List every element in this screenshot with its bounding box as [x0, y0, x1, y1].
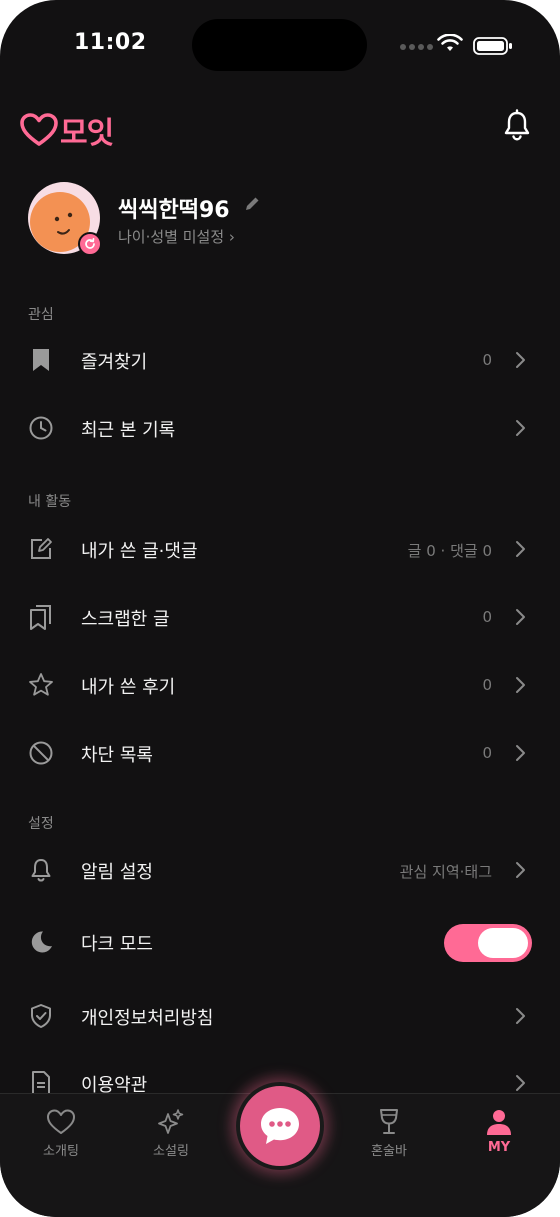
section-title-interest: 관심: [28, 307, 54, 323]
chevron-right-icon: [516, 862, 525, 878]
menu-item-bookmarks[interactable]: 즐겨찾기 0: [0, 330, 560, 390]
logo-text: 모잇: [60, 116, 114, 151]
phone-screen: 11:02 모잇 씩씩한떡96 나이·성별 미설정 › 관심 즐겨찾기 0 최근…: [0, 0, 560, 1217]
avatar-refresh-button[interactable]: [78, 232, 102, 256]
menu-item-dark-mode: 다크 모드: [0, 912, 560, 972]
profile-section[interactable]: 씩씩한떡96 나이·성별 미설정 ›: [0, 180, 560, 260]
toggle-knob: [478, 928, 528, 958]
edit-icon: [31, 538, 52, 559]
pencil-icon[interactable]: [243, 195, 261, 213]
star-icon: [29, 673, 53, 696]
status-time: 11:02: [74, 30, 147, 55]
dark-mode-toggle[interactable]: [444, 924, 532, 962]
person-icon: [487, 1110, 511, 1135]
chevron-right-icon: [516, 609, 525, 625]
menu-item-scraps[interactable]: 스크랩한 글 0: [0, 587, 560, 647]
heart-logo-icon: [20, 113, 58, 146]
sparkle-icon: [158, 1109, 184, 1134]
tab-label: 소설링: [153, 1144, 189, 1159]
status-bar: 11:02: [0, 0, 560, 90]
menu-item-count: 0: [482, 608, 492, 626]
chevron-right-icon: [516, 1075, 525, 1091]
menu-item-count: 글 0 · 댓글 0: [407, 542, 492, 560]
bookmark-icon: [33, 349, 49, 371]
refresh-icon: [85, 237, 95, 249]
chevron-right-icon: [516, 677, 525, 693]
tab-soseolling[interactable]: 소설링: [131, 1108, 211, 1168]
tab-sogaeting[interactable]: 소개팅: [21, 1108, 101, 1168]
tab-honsulbar[interactable]: 혼술바: [349, 1108, 429, 1168]
chat-fab-button[interactable]: [236, 1082, 324, 1170]
shield-icon: [31, 1004, 51, 1028]
glass-icon: [380, 1109, 398, 1134]
notification-button[interactable]: [500, 108, 534, 142]
menu-item-label: 다크 모드: [81, 934, 153, 955]
menu-item-label: 내가 쓴 글·댓글: [81, 541, 198, 562]
dynamic-island: [192, 19, 367, 71]
chevron-right-icon: [516, 541, 525, 557]
menu-item-label: 즐겨찾기: [81, 352, 148, 373]
menu-item-label: 최근 본 기록: [81, 420, 176, 441]
block-icon: [29, 741, 53, 765]
menu-item-count: 0: [482, 351, 492, 369]
menu-item-count: 0: [482, 744, 492, 762]
chevron-right-icon: [516, 352, 525, 368]
app-logo: 모잇: [20, 108, 114, 152]
cellular-signal-icon: [400, 44, 433, 50]
heart-icon: [47, 1109, 75, 1134]
bell-icon: [504, 109, 530, 141]
chevron-right-icon: [516, 745, 525, 761]
section-title-activity: 내 활동: [28, 494, 72, 510]
battery-icon: [473, 37, 512, 55]
tab-label: 혼술바: [371, 1144, 407, 1159]
section-title-settings: 설정: [28, 816, 54, 832]
tab-label: 소개팅: [43, 1144, 79, 1159]
menu-item-privacy-policy[interactable]: 개인정보처리방침: [0, 986, 560, 1046]
menu-item-my-reviews[interactable]: 내가 쓴 후기 0: [0, 655, 560, 715]
menu-item-value: 관심 지역·태그: [399, 863, 492, 881]
menu-item-label: 차단 목록: [81, 745, 153, 766]
menu-item-block-list[interactable]: 차단 목록 0: [0, 723, 560, 783]
menu-item-label: 알림 설정: [81, 862, 153, 883]
bell-icon: [31, 859, 51, 882]
menu-item-label: 스크랩한 글: [81, 609, 170, 630]
app-header: 모잇: [0, 100, 560, 152]
chevron-right-icon: [516, 1008, 525, 1024]
menu-item-my-posts[interactable]: 내가 쓴 글·댓글 글 0 · 댓글 0: [0, 519, 560, 579]
chevron-right-icon: [516, 420, 525, 436]
menu-item-count: 0: [482, 676, 492, 694]
profile-nickname: 씩씩한떡96: [118, 198, 230, 223]
chat-icon: [261, 1108, 299, 1144]
scrap-icon: [30, 605, 51, 630]
wifi-icon: [437, 34, 463, 51]
menu-item-recent-history[interactable]: 최근 본 기록: [0, 398, 560, 458]
moon-icon: [31, 931, 52, 953]
menu-item-label: 내가 쓴 후기: [81, 677, 176, 698]
profile-subinfo-link[interactable]: 나이·성별 미설정 ›: [118, 226, 235, 247]
tab-my[interactable]: MY: [459, 1108, 539, 1168]
tab-label: MY: [487, 1140, 511, 1155]
clock-icon: [29, 416, 53, 440]
menu-item-label: 개인정보처리방침: [81, 1008, 214, 1029]
menu-item-notification-settings[interactable]: 알림 설정 관심 지역·태그: [0, 840, 560, 900]
